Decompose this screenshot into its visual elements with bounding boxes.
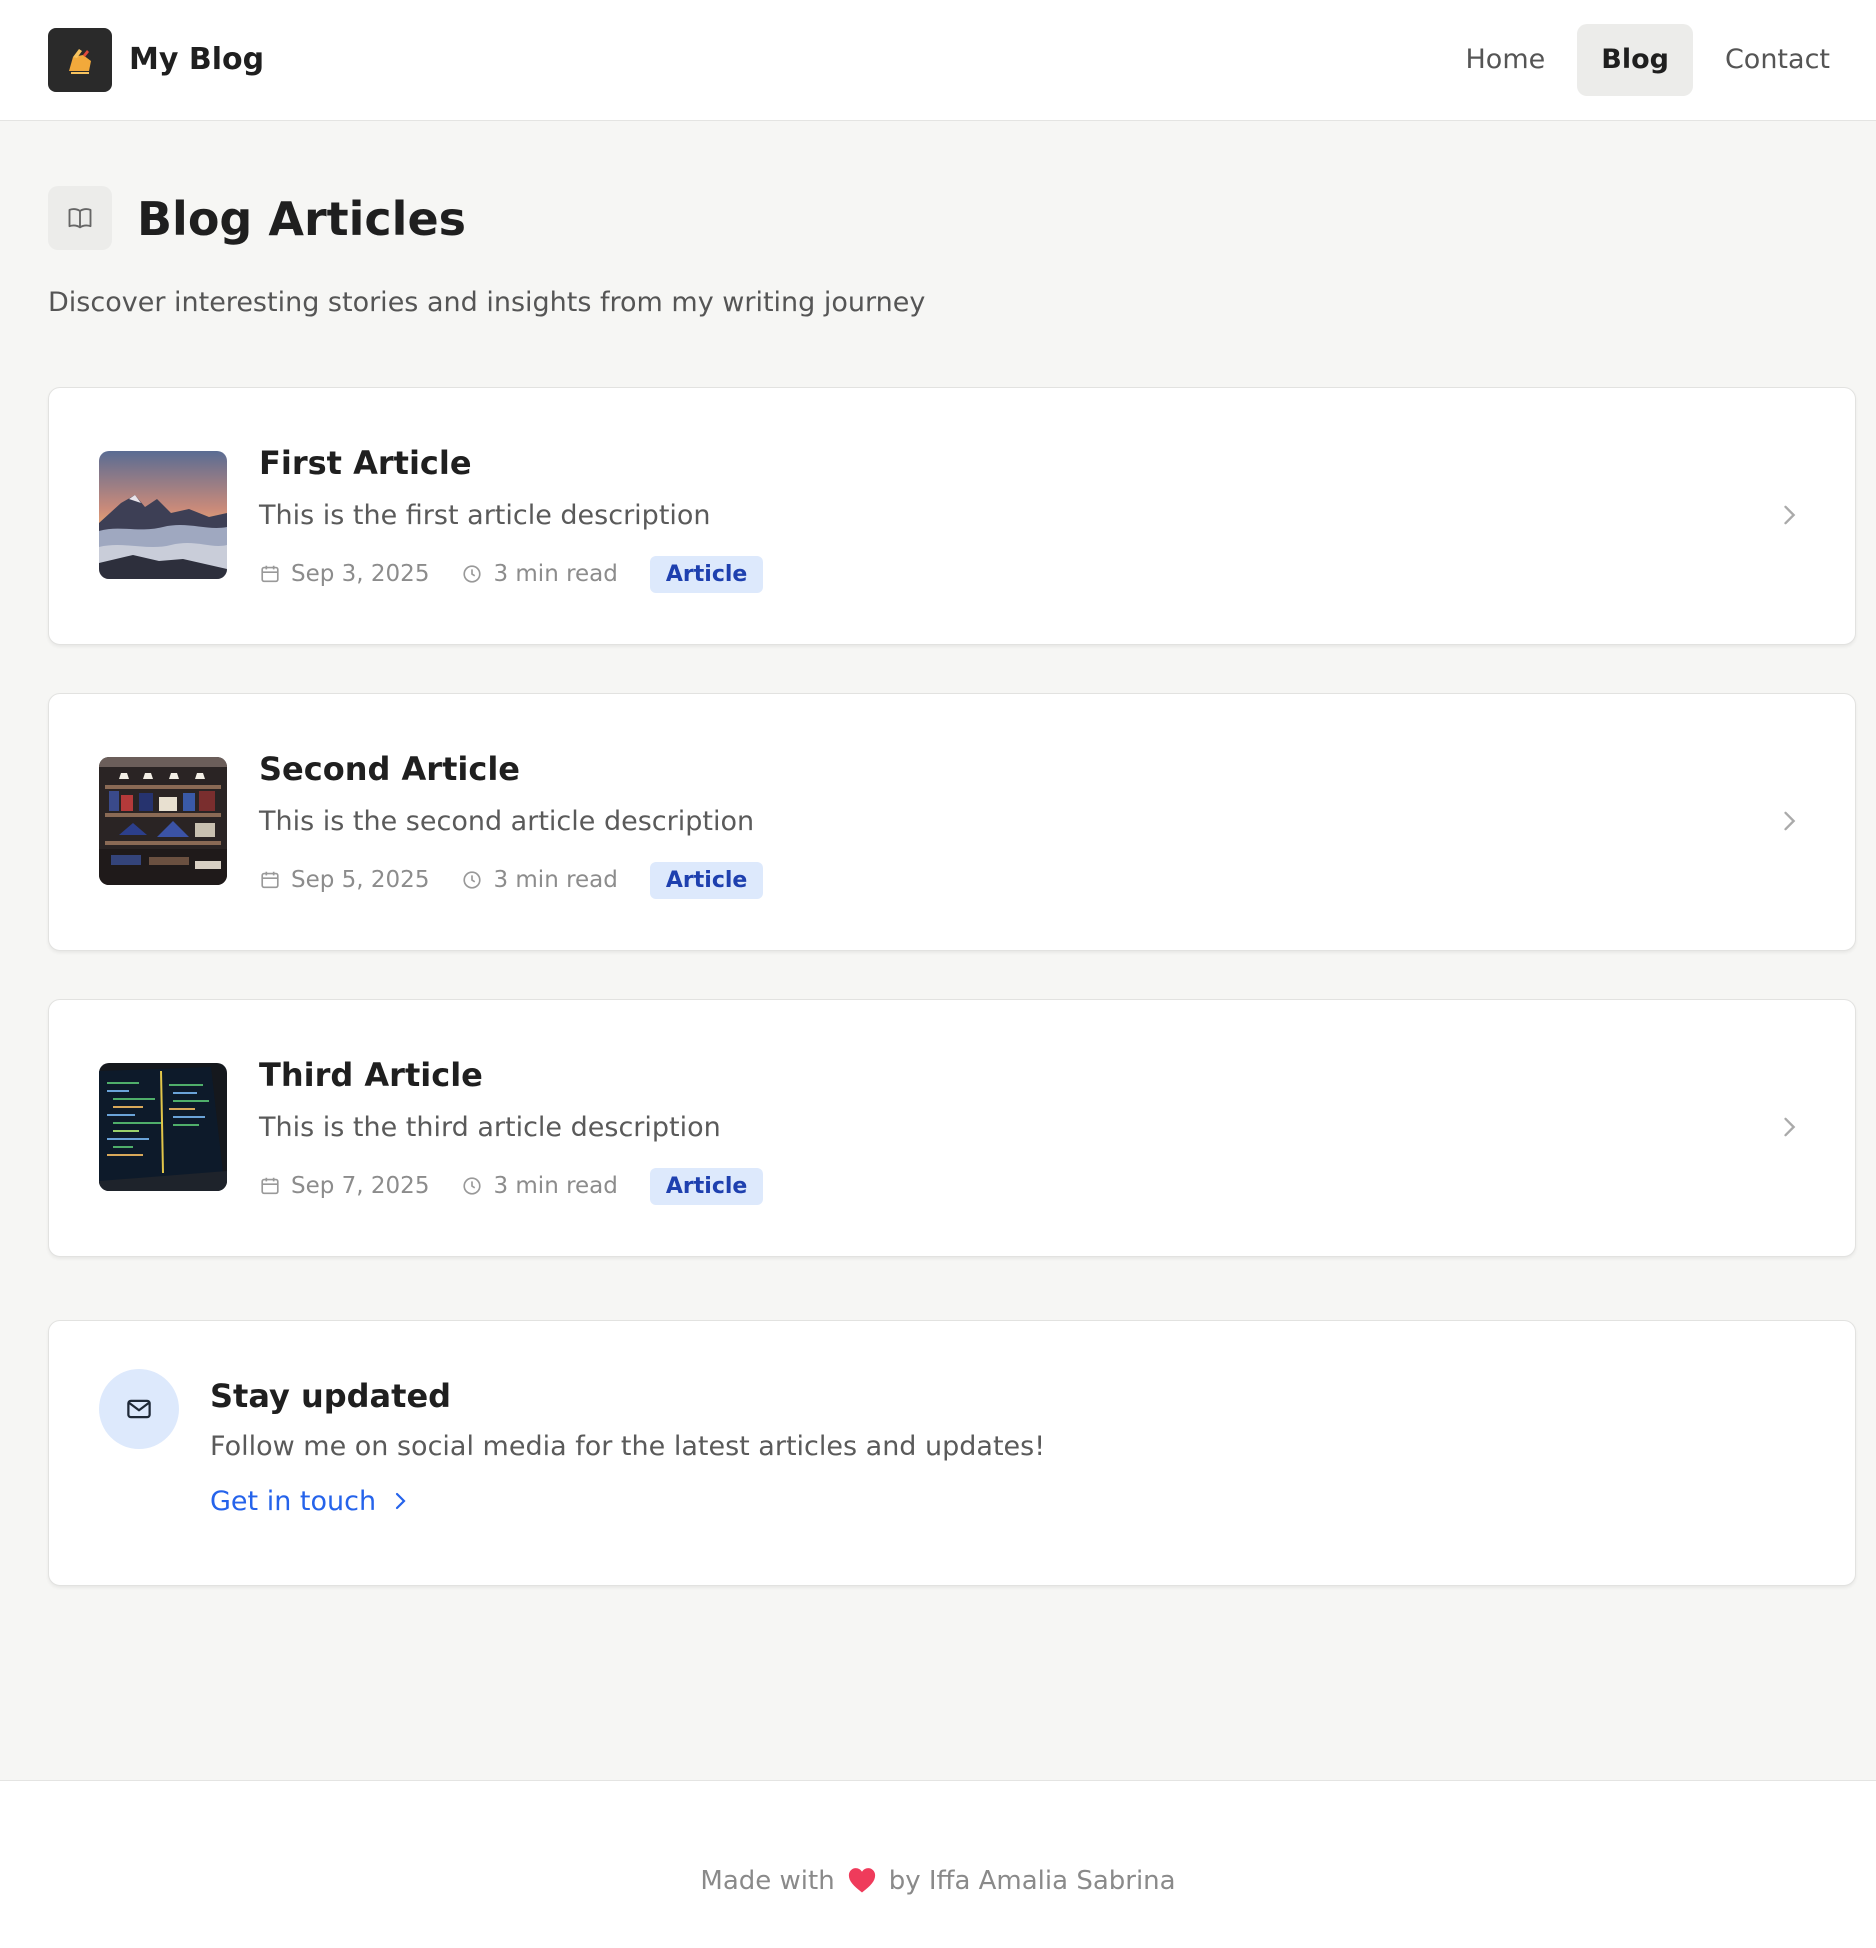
mail-icon-circle	[99, 1369, 179, 1449]
nav-home-link[interactable]: Home	[1442, 24, 1570, 96]
stay-updated-text: Follow me on social media for the latest…	[210, 1431, 1046, 1462]
article-meta: Sep 3, 2025 3 min read Article	[259, 554, 764, 594]
nav-contact-link[interactable]: Contact	[1701, 24, 1854, 96]
article-read-time-text: 3 min read	[493, 561, 618, 587]
heart-icon	[848, 1868, 875, 1893]
chevron-right-icon[interactable]	[1775, 1113, 1803, 1141]
site-footer: Made with by Iffa Amalia Sabrina	[0, 1780, 1876, 1948]
article-title[interactable]: Third Article	[259, 1056, 483, 1094]
main-nav: Home Blog Contact	[1434, 24, 1855, 96]
article-meta: Sep 7, 2025 3 min read Article	[259, 1166, 764, 1206]
writing-hand-icon	[69, 49, 91, 74]
calendar-icon	[261, 565, 279, 583]
article-tag: Article	[649, 555, 764, 593]
clock-icon	[463, 565, 482, 583]
stay-updated-title: Stay updated	[210, 1377, 452, 1415]
article-description: This is the second article description	[259, 806, 755, 837]
site-header: My Blog Home Blog Contact	[0, 0, 1876, 121]
article-read-time: 3 min read	[461, 867, 618, 893]
article-title[interactable]: First Article	[259, 444, 472, 482]
laptop-code-photo	[99, 1063, 227, 1191]
footer-suffix: by Iffa Amalia Sabrina	[888, 1866, 1176, 1896]
calendar-icon	[261, 871, 279, 889]
article-date-text: Sep 7, 2025	[291, 1173, 430, 1199]
article-meta: Sep 5, 2025 3 min read Article	[259, 860, 764, 900]
article-date: Sep 5, 2025	[259, 867, 429, 893]
article-card[interactable]: Third Article This is the third article …	[48, 999, 1856, 1257]
footer-prefix: Made with	[700, 1866, 835, 1896]
calendar-icon	[261, 1177, 279, 1195]
article-card[interactable]: First Article This is the first article …	[48, 387, 1856, 645]
article-date-text: Sep 5, 2025	[291, 867, 430, 893]
page-subtitle: Discover interesting stories and insight…	[48, 287, 926, 318]
article-card[interactable]: Second Article This is the second articl…	[48, 693, 1856, 951]
page-title: Blog Articles	[137, 192, 467, 246]
article-date-text: Sep 3, 2025	[291, 561, 430, 587]
site-brand[interactable]: My Blog	[129, 42, 264, 77]
get-in-touch-link[interactable]: Get in touch	[210, 1481, 412, 1521]
store-shelves-photo	[99, 757, 227, 885]
footer-credit: Made with by Iffa Amalia Sabrina	[0, 1866, 1876, 1896]
article-date: Sep 3, 2025	[259, 561, 429, 587]
chevron-right-icon[interactable]	[1775, 501, 1803, 529]
nav-blog-link[interactable]: Blog	[1577, 24, 1693, 96]
book-open-icon	[68, 208, 92, 229]
chevron-right-icon	[395, 1492, 406, 1510]
article-description: This is the first article description	[259, 500, 711, 531]
chevron-right-icon[interactable]	[1775, 807, 1803, 835]
heading-icon-box	[48, 186, 112, 250]
article-read-time: 3 min read	[461, 561, 618, 587]
article-tag: Article	[649, 861, 764, 899]
article-read-time-text: 3 min read	[493, 1173, 618, 1199]
article-read-time-text: 3 min read	[493, 867, 618, 893]
article-read-time: 3 min read	[461, 1173, 618, 1199]
article-description: This is the third article description	[259, 1112, 721, 1143]
logo[interactable]	[48, 28, 112, 92]
article-tag: Article	[649, 1167, 764, 1205]
get-in-touch-label: Get in touch	[210, 1485, 377, 1517]
article-date: Sep 7, 2025	[259, 1173, 429, 1199]
stay-updated-card: Stay updated Follow me on social media f…	[48, 1320, 1856, 1586]
article-title[interactable]: Second Article	[259, 750, 520, 788]
clock-icon	[463, 1177, 482, 1195]
mountain-sunset-photo	[99, 451, 227, 579]
clock-icon	[463, 871, 482, 889]
mail-icon	[127, 1399, 151, 1419]
